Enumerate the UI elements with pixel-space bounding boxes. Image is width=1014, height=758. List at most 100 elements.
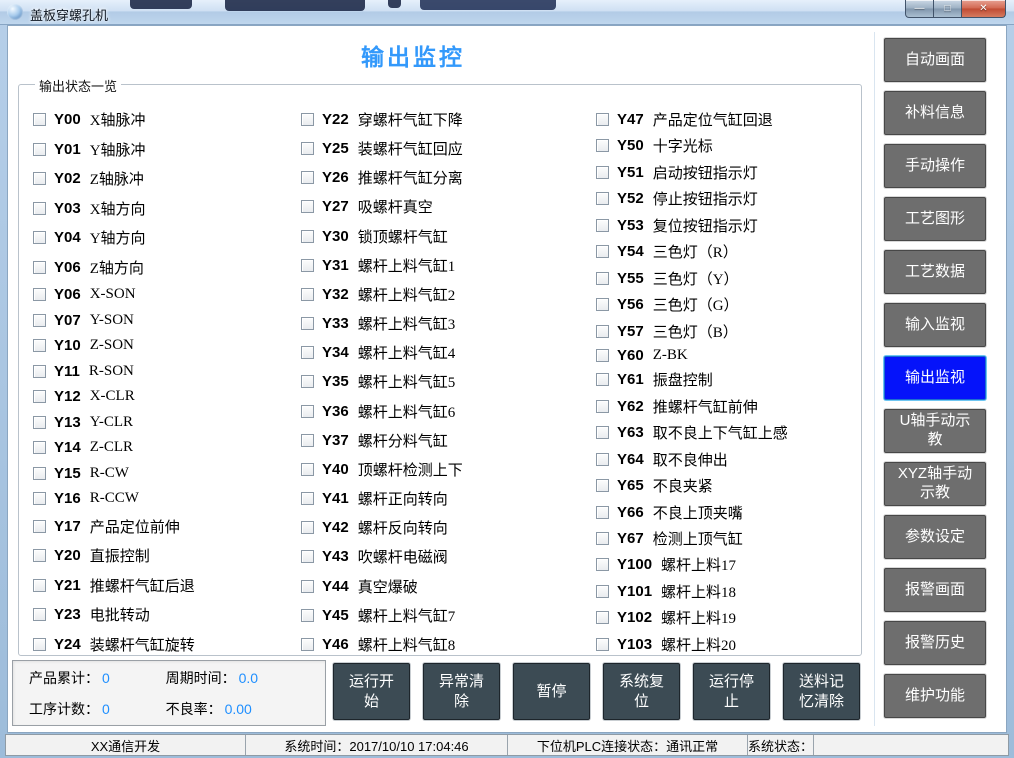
output-checkbox[interactable]	[596, 400, 609, 413]
output-checkbox[interactable]	[596, 585, 609, 598]
output-checkbox[interactable]	[301, 346, 314, 359]
output-checkbox[interactable]	[301, 230, 314, 243]
sidebar-button-input-monitor[interactable]: 输入监视	[884, 303, 986, 347]
sidebar-button-output-monitor[interactable]: 输出监视	[884, 356, 986, 400]
output-checkbox[interactable]	[301, 580, 314, 593]
system-reset-button[interactable]: 系统复位	[603, 663, 680, 720]
output-checkbox[interactable]	[596, 298, 609, 311]
output-item: Y37 螺杆分料气缸	[301, 430, 463, 451]
output-checkbox[interactable]	[301, 609, 314, 622]
output-checkbox[interactable]	[301, 288, 314, 301]
output-checkbox[interactable]	[596, 453, 609, 466]
maximize-button[interactable]: □	[934, 0, 961, 18]
output-checkbox[interactable]	[33, 492, 46, 505]
run-start-button[interactable]: 运行开始	[333, 663, 410, 720]
output-checkbox[interactable]	[33, 231, 46, 244]
sidebar-button-xyz-axis-teach[interactable]: XYZ轴手动示教	[884, 462, 986, 506]
output-checkbox[interactable]	[33, 608, 46, 621]
output-checkbox[interactable]	[596, 506, 609, 519]
output-checkbox[interactable]	[301, 200, 314, 213]
output-item: Y15 R-CW	[33, 465, 195, 482]
output-checkbox[interactable]	[301, 463, 314, 476]
output-checkbox[interactable]	[301, 171, 314, 184]
sidebar-button-process-data[interactable]: 工艺数据	[884, 250, 986, 294]
output-label: 吹螺杆电磁阀	[358, 546, 448, 567]
output-checkbox[interactable]	[596, 113, 609, 126]
output-checkbox[interactable]	[596, 245, 609, 258]
output-label: 推螺杆气缸分离	[358, 167, 463, 188]
output-checkbox[interactable]	[33, 441, 46, 454]
stat-value: 0.0	[239, 670, 258, 686]
output-checkbox[interactable]	[33, 288, 46, 301]
close-button[interactable]: ✕	[961, 0, 1006, 18]
output-checkbox[interactable]	[596, 558, 609, 571]
output-item: Y06 Z轴方向	[33, 257, 195, 278]
output-checkbox[interactable]	[33, 638, 46, 651]
output-checkbox[interactable]	[596, 532, 609, 545]
output-checkbox[interactable]	[33, 339, 46, 352]
output-checkbox[interactable]	[596, 166, 609, 179]
output-checkbox[interactable]	[33, 143, 46, 156]
sidebar-button-parameter-setting[interactable]: 参数设定	[884, 515, 986, 559]
output-checkbox[interactable]	[33, 113, 46, 126]
pause-button[interactable]: 暂停	[513, 663, 590, 720]
output-checkbox[interactable]	[33, 520, 46, 533]
output-item: Y40 顶螺杆检测上下	[301, 459, 463, 480]
output-checkbox[interactable]	[596, 426, 609, 439]
output-checkbox[interactable]	[596, 638, 609, 651]
output-checkbox[interactable]	[33, 390, 46, 403]
output-checkbox[interactable]	[33, 416, 46, 429]
sidebar-button-label: 参数设定	[895, 528, 975, 547]
sidebar-button-manual-operation[interactable]: 手动操作	[884, 144, 986, 188]
output-checkbox[interactable]	[596, 479, 609, 492]
output-checkbox[interactable]	[596, 192, 609, 205]
output-checkbox[interactable]	[301, 638, 314, 651]
output-checkbox[interactable]	[33, 202, 46, 215]
output-code: Y44	[322, 578, 349, 595]
background-window-fragment	[388, 0, 401, 8]
output-checkbox[interactable]	[33, 172, 46, 185]
output-checkbox[interactable]	[301, 317, 314, 330]
output-item: Y62 推螺杆气缸前伸	[596, 396, 788, 417]
output-checkbox[interactable]	[596, 272, 609, 285]
output-checkbox[interactable]	[301, 405, 314, 418]
output-checkbox[interactable]	[301, 521, 314, 534]
output-item: Y06 X-SON	[33, 286, 195, 303]
sidebar-button-maintenance[interactable]: 维护功能	[884, 674, 986, 718]
output-checkbox[interactable]	[33, 467, 46, 480]
output-checkbox[interactable]	[301, 550, 314, 563]
feed-memory-clear-button[interactable]: 送料记忆清除	[783, 663, 860, 720]
output-item: Y26 推螺杆气缸分离	[301, 167, 463, 188]
sidebar-button-alarm-history[interactable]: 报警历史	[884, 621, 986, 665]
output-code: Y00	[54, 111, 81, 128]
output-label: 启动按钮指示灯	[653, 162, 758, 183]
output-checkbox[interactable]	[596, 325, 609, 338]
output-checkbox[interactable]	[301, 113, 314, 126]
sidebar-button-process-graphic[interactable]: 工艺图形	[884, 197, 986, 241]
sidebar-button-refill-info[interactable]: 补料信息	[884, 91, 986, 135]
output-checkbox[interactable]	[301, 492, 314, 505]
sidebar-button-u-axis-teach[interactable]: U轴手动示教	[884, 409, 986, 453]
output-checkbox[interactable]	[301, 375, 314, 388]
error-clear-button[interactable]: 异常清除	[423, 663, 500, 720]
output-checkbox[interactable]	[33, 314, 46, 327]
output-checkbox[interactable]	[596, 611, 609, 624]
output-checkbox[interactable]	[596, 373, 609, 386]
output-checkbox[interactable]	[596, 349, 609, 362]
run-stop-button[interactable]: 运行停止	[693, 663, 770, 720]
output-item: Y14 Z-CLR	[33, 439, 195, 456]
output-checkbox[interactable]	[301, 142, 314, 155]
output-checkbox[interactable]	[33, 261, 46, 274]
sidebar-button-auto-screen[interactable]: 自动画面	[884, 38, 986, 82]
minimize-button[interactable]: —	[905, 0, 934, 18]
output-checkbox[interactable]	[596, 139, 609, 152]
output-label: X轴脉冲	[90, 109, 146, 130]
output-checkbox[interactable]	[33, 579, 46, 592]
output-code: Y11	[54, 363, 80, 380]
output-checkbox[interactable]	[301, 259, 314, 272]
output-checkbox[interactable]	[301, 434, 314, 447]
output-checkbox[interactable]	[33, 549, 46, 562]
sidebar-button-alarm-screen[interactable]: 报警画面	[884, 568, 986, 612]
output-checkbox[interactable]	[33, 365, 46, 378]
output-checkbox[interactable]	[596, 219, 609, 232]
